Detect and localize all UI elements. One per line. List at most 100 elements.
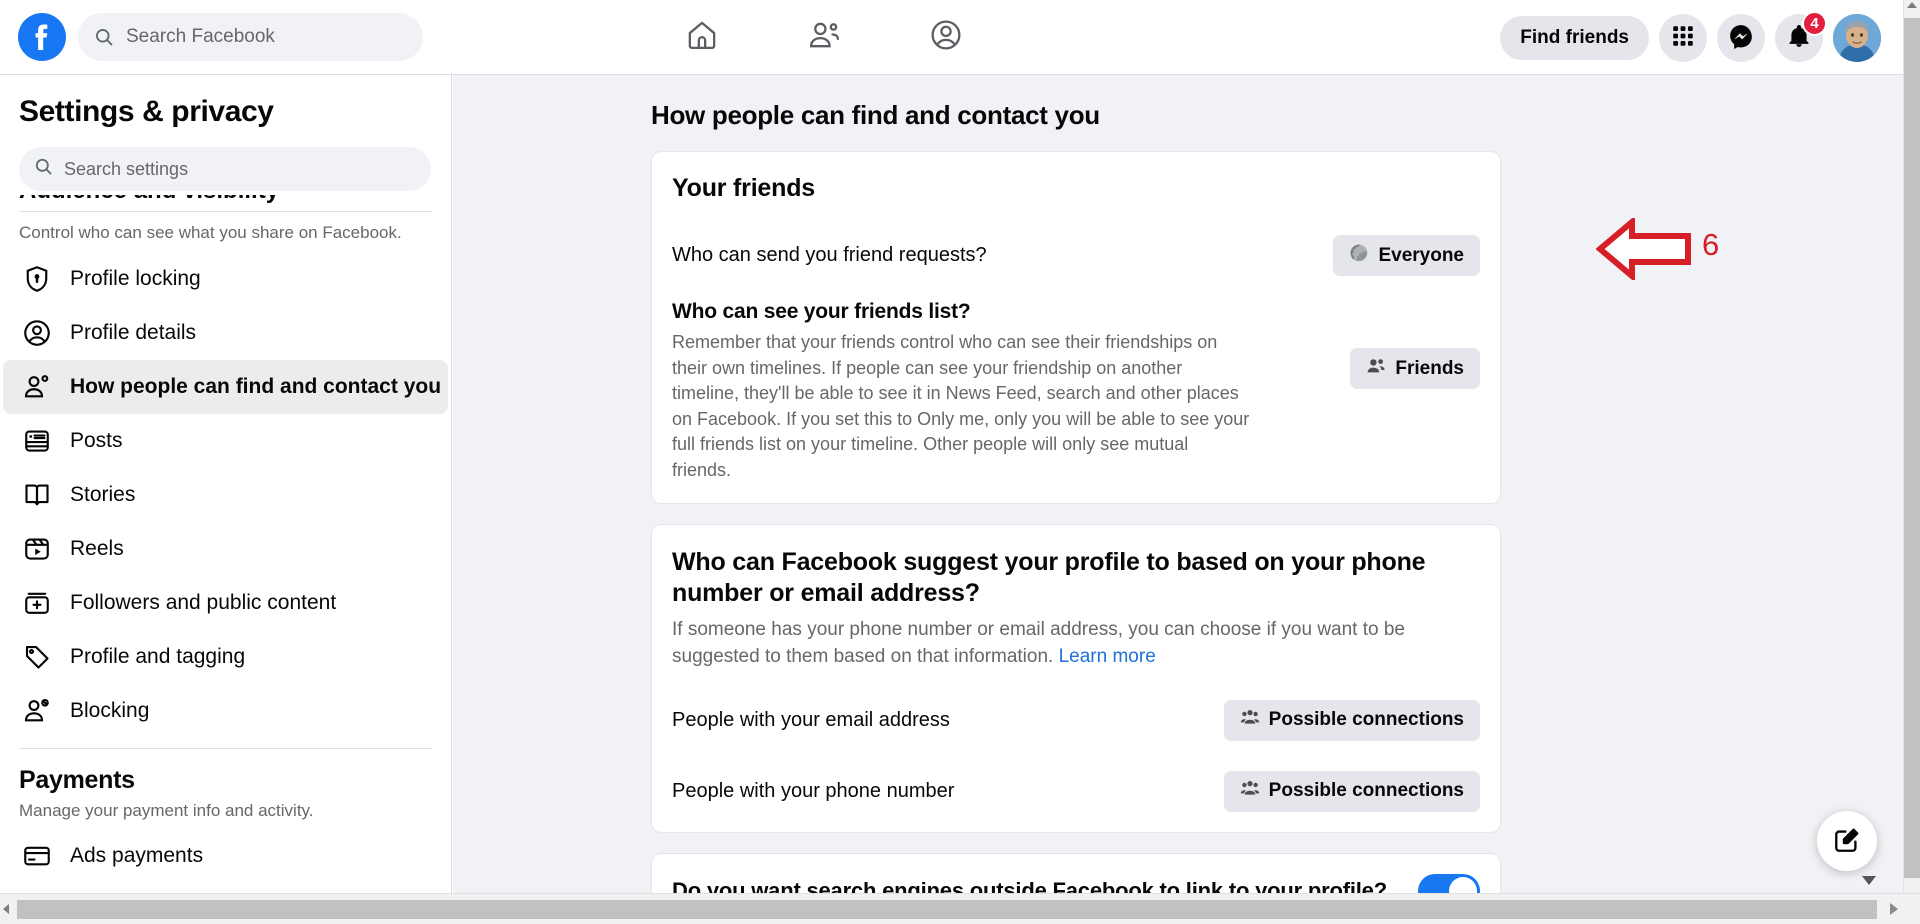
toggle-knob [1449, 876, 1477, 893]
messenger-icon [1728, 23, 1754, 52]
button-label: Everyone [1378, 244, 1464, 266]
page-title: Settings & privacy [19, 95, 274, 128]
reels-play-icon [22, 534, 52, 564]
sidebar-item-label: Profile details [70, 321, 197, 345]
button-label: Possible connections [1268, 709, 1464, 731]
sidebar-item-label: Stories [70, 483, 136, 507]
scroll-up-arrow-icon[interactable] [1907, 2, 1917, 8]
payments-divider [19, 748, 432, 750]
shield-lock-icon [22, 264, 52, 294]
friend-requests-audience-button[interactable]: Everyone [1333, 235, 1480, 276]
sidebar-item-blocking[interactable]: Blocking [3, 684, 448, 738]
friends-pair-icon [1366, 356, 1386, 382]
setting-description: Remember that your friends control who c… [672, 332, 1250, 480]
top-navigation-bar: Find friends [0, 0, 1903, 75]
learn-more-link[interactable]: Learn more [1059, 646, 1156, 667]
scroll-down-arrow-icon[interactable] [1862, 876, 1876, 885]
profile-suggestion-card: Who can Facebook suggest your profile to… [651, 524, 1501, 833]
phone-audience-button[interactable]: Possible connections [1223, 770, 1480, 812]
sidebar-item-label: Profile and tagging [70, 645, 246, 669]
your-friends-card: Your friends Who can send you friend req… [651, 151, 1501, 505]
setting-label: Do you want search engines outside Faceb… [672, 877, 1387, 893]
friends-list-audience-button[interactable]: Friends [1350, 348, 1480, 389]
compose-edit-icon [1833, 826, 1861, 857]
button-label: Friends [1395, 357, 1464, 379]
sidebar-item-label: Followers and public content [70, 591, 337, 615]
top-right-actions: Find friends 4 [1500, 0, 1881, 75]
avatar[interactable] [1833, 13, 1881, 62]
setting-row-search-engines: Do you want search engines outside Faceb… [672, 873, 1480, 893]
sidebar-item-ads-payments[interactable]: Ads payments [3, 829, 448, 883]
left-arrow-annotation-icon [1596, 218, 1692, 280]
sidebar-item-how-people-can-find-and-contact-you[interactable]: How people can find and contact you [3, 360, 448, 415]
nav-tab-home[interactable] [641, 8, 763, 66]
sidebar-menu-list: Profile locking Profile details How peop… [0, 252, 451, 738]
annotation-number: 6 [1702, 227, 1720, 262]
menu-grid-button[interactable] [1659, 13, 1707, 62]
add-box-icon [22, 588, 52, 618]
card-heading: Your friends [672, 174, 815, 202]
settings-search-input[interactable] [64, 158, 416, 180]
setting-row-friends-list-visibility: Who can see your friends list? Remember … [672, 300, 1480, 483]
mouse-cursor-icon [1890, 903, 1898, 915]
sidebar-item-label: Reels [70, 537, 124, 561]
sidebar-item-stories[interactable]: Stories [3, 468, 448, 522]
search-engines-toggle[interactable] [1418, 873, 1480, 893]
find-friends-button[interactable]: Find friends [1500, 15, 1649, 60]
settings-search-box[interactable] [19, 147, 431, 191]
compose-floating-button[interactable] [1817, 811, 1877, 871]
vertical-scrollbar-thumb[interactable] [1904, 18, 1920, 878]
setting-row-friend-requests: Who can send you friend requests? Everyo… [672, 235, 1480, 276]
search-icon [34, 157, 53, 181]
sidebar-item-label: Posts [70, 429, 123, 453]
sidebar-item-profile-locking[interactable]: Profile locking [3, 252, 448, 306]
sidebar-item-profile-details[interactable]: Profile details [3, 306, 448, 360]
vertical-scrollbar[interactable] [1903, 0, 1920, 893]
facebook-search-input[interactable] [126, 26, 407, 48]
scroll-left-arrow-icon[interactable] [3, 904, 9, 914]
scrolled-section-heading: Audience and visibility [19, 195, 451, 209]
primary-nav-tabs [641, 8, 1007, 66]
sidebar-section-description: Control who can see what you share on Fa… [19, 223, 402, 242]
email-audience-button[interactable]: Possible connections [1223, 699, 1480, 741]
nav-tab-profile[interactable] [885, 8, 1007, 66]
sidebar-item-followers-and-public-content[interactable]: Followers and public content [3, 576, 448, 630]
facebook-search-box[interactable] [78, 13, 423, 61]
setting-label: People with your phone number [672, 779, 955, 802]
card-description: If someone has your phone number or emai… [672, 617, 1477, 669]
nav-tab-friends[interactable] [763, 8, 885, 66]
book-icon [22, 480, 52, 510]
tag-icon [22, 642, 52, 672]
search-icon [94, 27, 114, 47]
posts-icon [22, 426, 52, 456]
setting-label: People with your email address [672, 708, 950, 731]
settings-sidebar: Settings & privacy Audience and visibili… [0, 75, 452, 893]
profile-circle-icon [22, 318, 52, 348]
card-heading: Who can Facebook suggest your profile to… [672, 548, 1426, 607]
facebook-logo-icon[interactable] [18, 13, 66, 61]
sidebar-item-reels[interactable]: Reels [3, 522, 448, 576]
search-engines-card: Do you want search engines outside Faceb… [651, 852, 1501, 893]
sidebar-item-profile-and-tagging[interactable]: Profile and tagging [3, 630, 448, 684]
person-block-icon [22, 696, 52, 726]
horizontal-scrollbar[interactable] [0, 876, 1920, 924]
globe-icon [1349, 243, 1369, 269]
annotation-marker: 6 [1596, 218, 1719, 280]
person-find-icon [22, 372, 52, 402]
sidebar-divider [19, 211, 432, 212]
payments-section-title: Payments [19, 766, 135, 795]
grid-menu-icon [1670, 23, 1696, 52]
payments-menu-list: Ads payments [0, 829, 451, 883]
payments-section-description: Manage your payment info and activity. [19, 801, 314, 821]
setting-row-phone-number: People with your phone number Possible c… [672, 770, 1480, 812]
notifications-button[interactable]: 4 [1775, 10, 1827, 62]
setting-row-email-address: People with your email address Possible … [672, 699, 1480, 741]
setting-label: Who can send you friend requests? [672, 244, 987, 266]
credit-card-icon [22, 841, 52, 871]
friends-icon [807, 18, 841, 57]
messenger-button[interactable] [1717, 13, 1765, 62]
button-label: Possible connections [1268, 780, 1464, 802]
sidebar-item-posts[interactable]: Posts [3, 414, 448, 468]
horizontal-scrollbar-thumb[interactable] [17, 900, 1877, 919]
group-people-icon [1240, 707, 1260, 733]
